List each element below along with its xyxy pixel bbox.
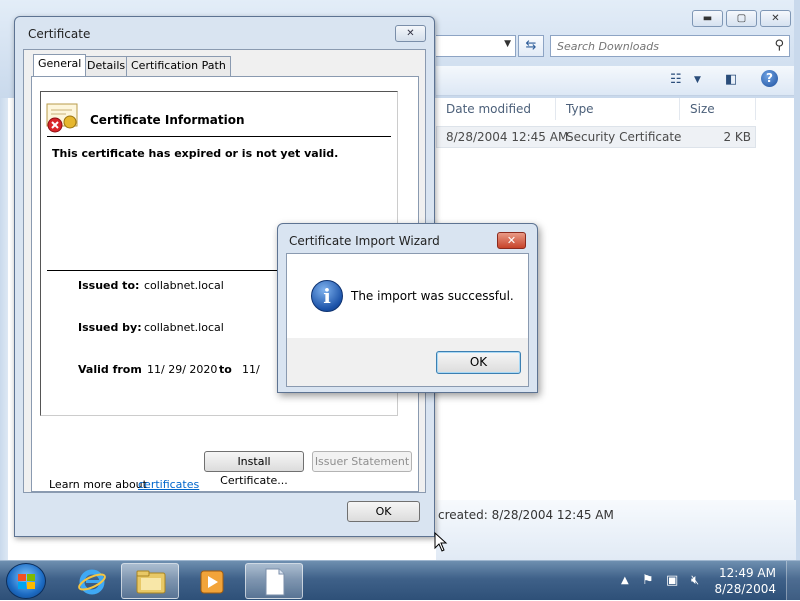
search-icon[interactable]: ⚲ — [774, 38, 784, 53]
search-input[interactable] — [555, 38, 765, 54]
mouse-cursor-icon — [434, 532, 448, 552]
ok-button[interactable]: OK — [436, 351, 521, 374]
tab-general[interactable]: General — [33, 54, 87, 76]
file-size: 2 KB — [723, 130, 751, 144]
issued-to-value: collabnet.local — [144, 279, 224, 292]
media-player-icon — [200, 570, 224, 594]
ok-button[interactable]: OK — [347, 501, 420, 522]
start-button[interactable] — [6, 563, 46, 599]
close-button[interactable]: ✕ — [760, 10, 791, 27]
column-header-size[interactable]: Size — [680, 98, 756, 120]
refresh-icon: ⇆ — [525, 38, 537, 53]
details-pane: created: 8/28/2004 12:45 AM — [436, 500, 796, 560]
to-label: to — [219, 363, 232, 376]
taskbar-windows-explorer[interactable] — [121, 563, 179, 599]
divider — [47, 136, 391, 137]
help-icon[interactable]: ? — [761, 70, 778, 87]
explorer-frame-left — [0, 98, 8, 560]
taskbar-media-player[interactable] — [182, 563, 240, 599]
clock-date[interactable]: 8/28/2004 — [714, 582, 776, 596]
clock-time[interactable]: 12:49 AM — [719, 566, 776, 580]
certificate-error-icon — [46, 103, 78, 133]
info-header: Certificate Information — [90, 113, 245, 127]
refresh-button[interactable]: ⇆ — [518, 35, 544, 57]
show-hidden-icons-icon[interactable]: ▲ — [621, 575, 629, 586]
valid-from-label: Valid from — [78, 363, 142, 376]
chevron-down-icon[interactable]: ▼ — [694, 75, 701, 85]
file-date-modified: 8/28/2004 12:45 AM — [446, 130, 569, 144]
valid-to-value: 11/ — [242, 363, 260, 376]
tab-details[interactable]: Details — [82, 56, 131, 76]
taskbar: ▲ ⚑ ▣ 🔇︎ 12:49 AM 8/28/2004 — [0, 560, 800, 601]
windows-logo-icon — [18, 574, 36, 590]
column-header-type[interactable]: Type — [556, 98, 680, 120]
taskbar-internet-explorer[interactable] — [62, 563, 120, 599]
message-area: i The import was successful. — [287, 254, 528, 338]
issued-by-label: Issued by: — [78, 321, 142, 334]
learn-more-text: Learn more about — [49, 478, 147, 491]
install-certificate-button[interactable]: Install Certificate... — [204, 451, 304, 487]
document-icon — [265, 568, 285, 596]
details-created: created: 8/28/2004 12:45 AM — [438, 508, 614, 522]
tab-certification-path[interactable]: Certification Path — [126, 56, 231, 76]
search-box[interactable]: ⚲ — [550, 35, 790, 57]
dialog-title: Certificate Import Wizard — [289, 234, 440, 248]
taskbar-certificate-window[interactable] — [245, 563, 303, 599]
system-tray: ▲ ⚑ ▣ 🔇︎ 12:49 AM 8/28/2004 — [615, 561, 800, 601]
folder-icon — [136, 570, 166, 594]
status-message: This certificate has expired or is not y… — [52, 147, 339, 160]
valid-from-value: 11/ 29/ 2020 — [147, 363, 218, 376]
dialog-body: i The import was successful. OK — [286, 253, 529, 387]
chevron-down-icon[interactable]: ▼ — [504, 39, 511, 49]
import-wizard-dialog: Certificate Import Wizard ✕ i The import… — [277, 223, 538, 393]
volume-muted-icon[interactable]: 🔇︎ — [691, 573, 699, 588]
issued-to-label: Issued to: — [78, 279, 140, 292]
preview-pane-icon[interactable]: ◧ — [725, 72, 737, 87]
network-icon[interactable]: ▣ — [666, 573, 678, 588]
information-icon: i — [311, 280, 343, 312]
address-bar[interactable]: ▼ — [436, 35, 516, 57]
close-button[interactable]: ✕ — [395, 25, 426, 42]
internet-explorer-icon — [78, 569, 106, 595]
file-type: Security Certificate — [566, 130, 682, 144]
minimize-button[interactable]: ▬ — [692, 10, 723, 27]
maximize-button[interactable]: ▢ — [726, 10, 757, 27]
message-text: The import was successful. — [351, 289, 514, 303]
explorer-frame-right — [794, 0, 800, 560]
command-bar: ☷ ▼ ◧ ? — [436, 66, 794, 96]
file-row[interactable]: 8/28/2004 12:45 AM Security Certificate … — [436, 126, 756, 148]
column-header-date[interactable]: Date modified — [436, 98, 556, 120]
certificates-link[interactable]: certificates — [138, 478, 199, 491]
close-button[interactable]: ✕ — [497, 232, 526, 249]
views-icon[interactable]: ☷ — [670, 72, 682, 87]
issued-by-value: collabnet.local — [144, 321, 224, 334]
dialog-title: Certificate — [28, 27, 91, 41]
show-desktop-button[interactable] — [786, 561, 800, 601]
issuer-statement-button: Issuer Statement — [312, 451, 412, 472]
action-center-flag-icon[interactable]: ⚑ — [642, 573, 654, 588]
